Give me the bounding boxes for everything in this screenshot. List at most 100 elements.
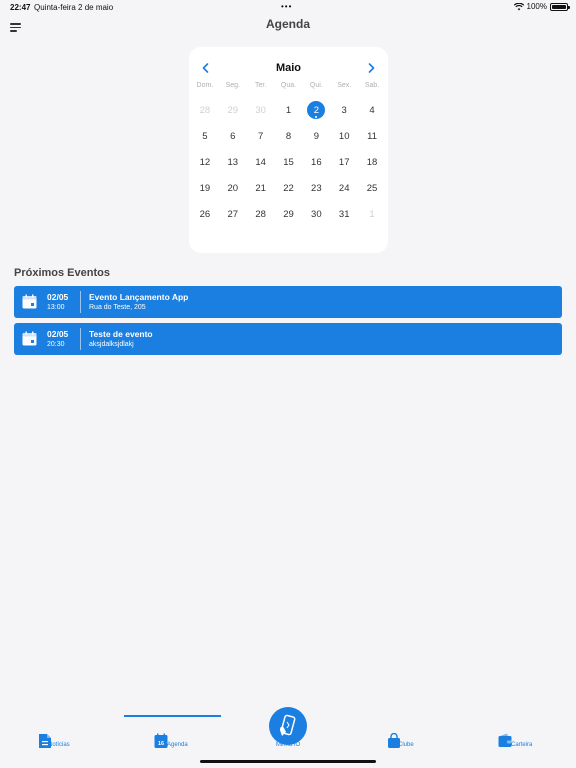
calendar-day[interactable]: 3 [330,97,358,123]
day-number: 26 [199,208,211,220]
weekday-label: Qua. [280,82,297,89]
calendar-day[interactable]: 20 [219,175,247,201]
phone-hand-icon [280,714,296,736]
event-location: Rua do Teste, 205 [89,304,146,311]
event-date: 02/05 [47,329,69,339]
tab-carteira[interactable]: Carteira [498,733,538,753]
calendar-day[interactable]: 25 [358,175,386,201]
day-number: 13 [227,156,239,168]
calendar-day[interactable]: 4 [358,97,386,123]
tab-label: Agenda [167,742,188,748]
calendar-day[interactable]: 5 [191,123,219,149]
calendar-badge: 16 [158,741,164,747]
calendar-day[interactable]: 29 [275,201,303,227]
day-number: 2 [313,104,319,116]
calendar-day[interactable]: 9 [302,123,330,149]
active-tab-indicator [124,715,221,717]
calendar-icon [22,331,37,346]
weekday-label: Qui. [309,82,323,89]
day-number: 9 [313,130,319,142]
fab-label: Minha IO [275,742,301,748]
day-number: 16 [311,156,322,168]
calendar-day[interactable]: 23 [302,175,330,201]
day-number: 5 [202,130,208,142]
calendar-day[interactable]: 21 [247,175,275,201]
day-number: 3 [341,104,347,116]
day-number: 21 [255,182,266,194]
calendar-day[interactable]: 1 [275,97,303,123]
calendar-day[interactable]: 15 [275,149,303,175]
calendar-day[interactable]: 12 [191,149,219,175]
day-number: 20 [227,182,239,194]
event-name: Evento Lançamento App [89,292,189,302]
day-number: 29 [227,104,239,116]
day-number: 1 [285,104,292,116]
day-number: 27 [227,208,239,220]
multitasking-dots-icon[interactable]: ••• [281,2,292,11]
event-location: aksjdalksjdlakj [89,341,134,348]
event-card[interactable]: 02/05 20:30 Teste de evento aksjdalksjdlakj [14,323,562,355]
day-number: 15 [283,156,294,168]
calendar-day[interactable]: 18 [358,149,386,175]
calendar-day[interactable]: 19 [191,175,219,201]
calendar-day: 1 [358,201,386,227]
tab-clube[interactable]: Clube [387,733,427,753]
calendar-day[interactable]: 26 [191,201,219,227]
calendar-day[interactable]: 30 [302,201,330,227]
chevron-right-icon[interactable] [364,61,378,75]
event-dot [315,116,318,118]
battery-percent: 100% [526,2,547,11]
calendar-day[interactable]: 10 [330,123,358,149]
day-number: 28 [255,208,266,220]
weekday-label: Seg. [225,82,240,89]
calendar-day[interactable]: 14 [247,149,275,175]
calendar-day[interactable]: 11 [358,123,386,149]
weekday-label: Sex. [337,82,352,89]
tab-label: Notícias [48,742,70,748]
event-time: 20:30 [47,341,65,348]
calendar-day[interactable]: 22 [275,175,303,201]
minha-io-button[interactable] [269,707,307,745]
day-number: 1 [369,208,375,220]
day-number: 23 [311,182,322,194]
day-number: 12 [199,156,211,168]
calendar-month: Maio [275,62,302,74]
calendar-day: 30 [247,97,275,123]
calendar-day[interactable]: 24 [330,175,358,201]
day-number: 29 [283,208,294,220]
day-number: 14 [255,156,266,168]
weekday-label: Sab. [364,82,380,89]
day-number: 28 [199,104,211,116]
tab-noticias[interactable]: Notícias [38,733,78,753]
calendar-day[interactable]: 28 [247,201,275,227]
day-number: 18 [366,156,378,168]
calendar-day[interactable]: 7 [247,123,275,149]
day-number: 24 [338,182,350,194]
wallet-icon [498,733,512,747]
calendar-day-selected[interactable]: 2 [302,97,330,123]
event-card[interactable]: 02/05 13:00 Evento Lançamento App Rua do Te… [14,286,562,318]
calendar-day[interactable]: 8 [275,123,303,149]
tab-label: Carteira [511,742,533,748]
calendar-day[interactable]: 13 [219,149,247,175]
home-indicator [200,760,376,763]
day-number: 8 [285,130,292,142]
event-time: 13:00 [47,304,65,311]
calendar-day: 28 [191,97,219,123]
event-divider [80,328,81,350]
status-right: 100% [513,2,570,11]
calendar-day[interactable]: 17 [330,149,358,175]
day-number: 17 [338,156,350,168]
day-number: 4 [369,104,375,116]
calendar-day[interactable]: 27 [219,201,247,227]
event-divider [80,291,81,313]
weekday-label: Ter. [254,82,267,89]
calendar-card: Maio Dom. Seg. Ter. Qua. Qui. Sex. Sab. 28 29 30… [189,47,388,253]
tab-agenda[interactable]: 16 Agenda [154,733,194,753]
calendar-day[interactable]: 31 [330,201,358,227]
status-time: 22:47 [10,3,31,12]
event-date: 02/05 [47,292,69,302]
calendar-day[interactable]: 6 [219,123,247,149]
calendar-day[interactable]: 16 [302,149,330,175]
status-bar: 22:47 Quinta-feira 2 de maio ••• 100% [0,0,576,14]
